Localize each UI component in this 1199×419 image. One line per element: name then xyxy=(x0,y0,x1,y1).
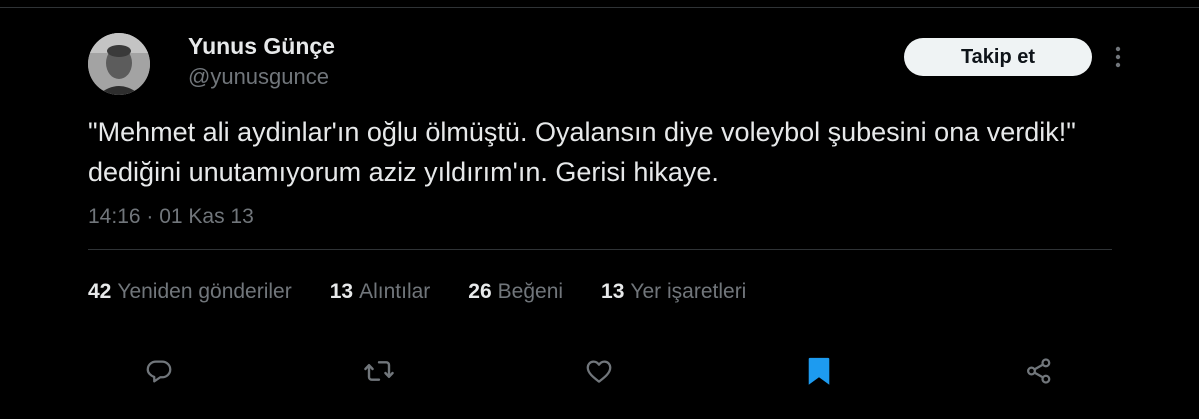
reply-icon xyxy=(146,360,172,383)
stat-count: 13 xyxy=(601,280,625,303)
reply-button[interactable] xyxy=(143,355,175,387)
author-handle[interactable]: @yunusgunce xyxy=(188,64,329,90)
stat-reposts[interactable]: 42 Yeniden gönderiler xyxy=(88,280,292,304)
stat-likes[interactable]: 26 Beğeni xyxy=(468,280,563,304)
stat-bookmarks[interactable]: 13 Yer işaretleri xyxy=(601,280,746,304)
author-name[interactable]: Yunus Günçe xyxy=(188,33,335,60)
retweet-button[interactable] xyxy=(363,355,395,387)
stat-label: Yeniden gönderiler xyxy=(117,280,292,303)
top-divider xyxy=(0,7,1199,8)
avatar[interactable] xyxy=(88,33,150,95)
bookmark-icon xyxy=(808,357,830,385)
share-button[interactable] xyxy=(1023,355,1055,387)
stats-divider xyxy=(88,249,1112,250)
bookmark-button[interactable] xyxy=(803,355,835,387)
stat-quotes[interactable]: 13 Alıntılar xyxy=(330,280,431,304)
stat-label: Alıntılar xyxy=(359,280,431,303)
tweet-text: "Mehmet ali aydinlar'ın oğlu ölmüştü. Oy… xyxy=(88,117,1076,187)
engagement-stats: 42 Yeniden gönderiler 13 Alıntılar 26 Be… xyxy=(88,280,746,304)
like-icon xyxy=(586,360,612,383)
share-icon xyxy=(1026,358,1051,384)
stat-count: 13 xyxy=(329,280,354,303)
like-button[interactable] xyxy=(583,355,615,387)
stat-label: Yer işaretleri xyxy=(630,280,747,303)
avatar-photo xyxy=(88,33,150,95)
retweet-icon xyxy=(364,361,394,381)
more-options-icon[interactable] xyxy=(1108,44,1128,70)
tweet-timestamp[interactable]: 14:16 · 01 Kas 13 xyxy=(88,205,254,229)
stat-count: 42 xyxy=(88,280,112,303)
follow-button[interactable]: Takip et xyxy=(904,38,1092,76)
stat-count: 26 xyxy=(468,280,492,303)
stat-label: Beğeni xyxy=(497,280,564,303)
